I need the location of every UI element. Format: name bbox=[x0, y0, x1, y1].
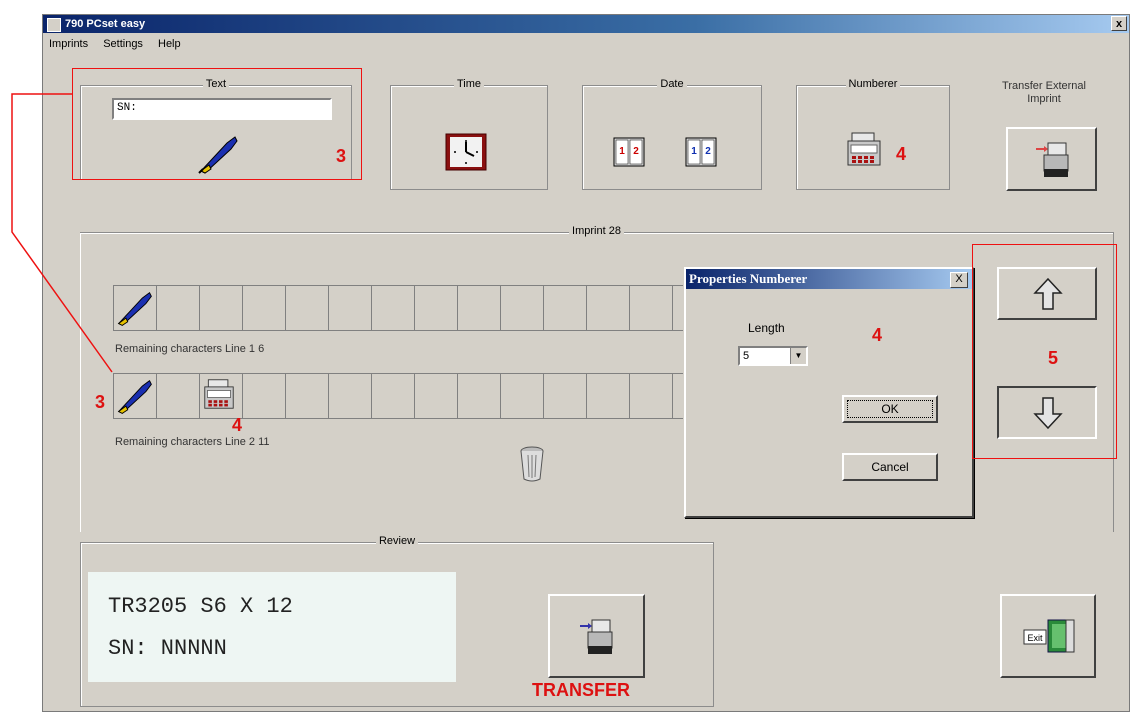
annotation-3-line: 3 bbox=[95, 392, 106, 412]
annotation-3-text: 3 bbox=[336, 146, 347, 166]
annotation-connector bbox=[11, 93, 113, 373]
annotation-transfer: TRANSFER bbox=[532, 680, 630, 700]
annotation-4-numberer: 4 bbox=[896, 144, 907, 164]
annotation-4-dialog: 4 bbox=[872, 325, 883, 345]
annotation-5: 5 bbox=[1048, 348, 1059, 368]
annotation-4-line: 4 bbox=[232, 415, 243, 435]
